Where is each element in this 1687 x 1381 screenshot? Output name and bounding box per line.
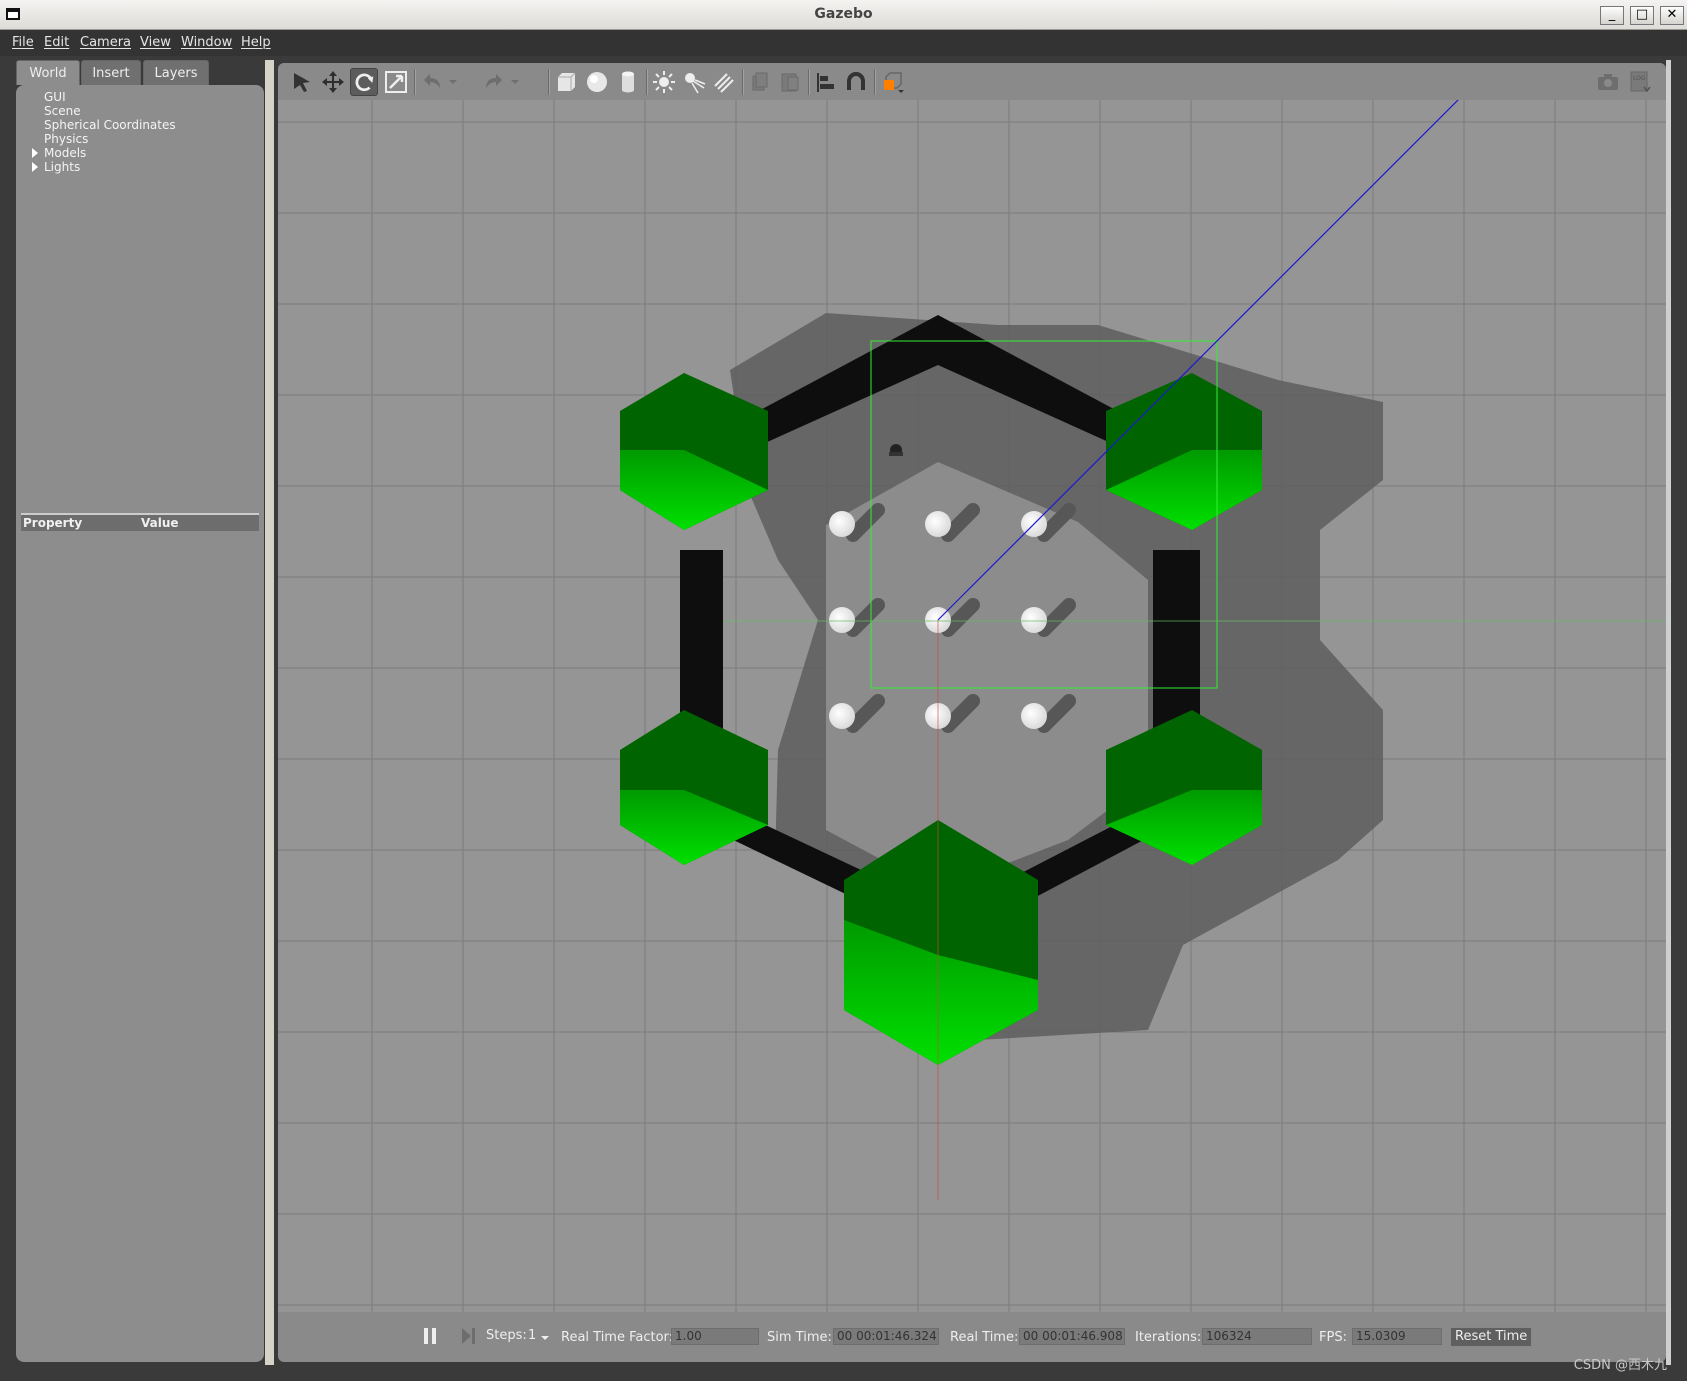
menubar: File Edit Camera View Window Help [0,30,1687,56]
tab-world[interactable]: World [16,60,80,85]
window-titlebar: Gazebo _ □ ✕ [0,0,1687,30]
cylinder-icon[interactable] [614,68,642,96]
minimize-button[interactable]: _ [1600,6,1624,25]
iterations-label: Iterations: [1135,1330,1202,1345]
ball[interactable] [1021,703,1047,729]
menu-edit[interactable]: Edit [44,30,69,56]
undo-icon[interactable] [418,68,446,96]
window-title: Gazebo [814,6,873,22]
menu-camera[interactable]: Camera [80,30,131,56]
tree-item-lights[interactable]: Lights [32,160,81,174]
real-time-label: Real Time: [950,1330,1019,1345]
scene-render[interactable] [278,100,1666,1312]
tree-item-physics[interactable]: Physics [44,132,88,146]
undo-dropdown-icon[interactable] [446,68,460,96]
toolbar-separator [646,69,648,95]
ball[interactable] [829,703,855,729]
expand-arrow-icon[interactable] [32,148,38,158]
main-toolbar: LOG [278,63,1666,100]
spot-light-icon[interactable] [680,68,708,96]
directional-light-icon[interactable] [710,68,738,96]
rotate-icon [355,73,374,92]
view-angle-icon[interactable] [878,68,906,96]
scene-viewport[interactable] [278,100,1666,1312]
iterations-field: 106324 [1202,1328,1312,1345]
toolbar-separator [414,69,416,95]
tree-item-lights-label: Lights [44,160,81,174]
sim-time-label: Sim Time: [767,1330,832,1345]
point-light-icon[interactable] [650,68,678,96]
watermark: CSDN @西木九 [1573,1358,1667,1373]
property-column-header: Property [23,516,83,530]
steps-value[interactable]: 1 [528,1328,536,1343]
steps-dropdown-icon[interactable] [540,1334,550,1342]
select-arrow-icon[interactable] [288,68,316,96]
ball[interactable] [829,607,855,633]
fps-field: 15.0309 [1352,1328,1442,1345]
real-time-field: 00 00:01:46.908 [1019,1328,1125,1345]
pause-icon[interactable] [422,1326,438,1346]
align-icon[interactable] [812,68,840,96]
ball[interactable] [1021,607,1047,633]
panel-splitter[interactable] [265,60,274,1365]
real-time-factor-label: Real Time Factor: [561,1330,674,1345]
expand-arrow-icon[interactable] [32,162,38,172]
redo-icon[interactable] [480,68,508,96]
snap-icon[interactable] [842,68,870,96]
tree-item-scene[interactable]: Scene [44,104,81,118]
toolbar-separator [548,69,550,95]
tree-item-gui[interactable]: GUI [44,90,66,104]
menu-view[interactable]: View [140,30,171,56]
step-icon[interactable] [460,1326,476,1346]
redo-dropdown-icon[interactable] [508,68,522,96]
ball[interactable] [829,511,855,537]
tree-item-spherical-coordinates[interactable]: Spherical Coordinates [44,118,176,132]
tab-insert[interactable]: Insert [81,60,141,85]
real-time-factor-field: 1.00 [671,1328,759,1345]
tree-item-models-label: Models [44,146,87,160]
log-icon[interactable]: LOG [1626,68,1654,96]
translate-icon[interactable] [319,68,347,96]
close-button[interactable]: ✕ [1660,6,1684,25]
toolbar-separator [742,69,744,95]
tree-item-models[interactable]: Models [32,146,87,160]
value-column-header: Value [141,516,179,530]
menu-window[interactable]: Window [181,30,232,56]
box-icon[interactable] [552,68,580,96]
steps-label: Steps: [486,1328,527,1343]
paste-icon[interactable] [776,68,804,96]
reset-time-button[interactable]: Reset Time [1450,1327,1533,1347]
sphere-icon[interactable] [583,68,611,96]
fps-label: FPS: [1319,1330,1347,1345]
ball[interactable] [925,511,951,537]
simulation-status-bar: Steps: 1 Real Time Factor: 1.00 Sim Time… [278,1312,1666,1362]
rotate-button[interactable] [350,68,378,96]
tab-layers[interactable]: Layers [143,60,209,85]
menu-file[interactable]: File [12,30,34,56]
copy-icon[interactable] [746,68,774,96]
viewport-scrollbar[interactable] [1666,60,1671,1365]
scale-icon[interactable] [382,68,410,96]
screenshot-icon[interactable] [1594,68,1622,96]
menu-help[interactable]: Help [241,30,271,56]
svg-text:LOG: LOG [1633,75,1646,82]
world-panel [16,85,264,1362]
property-table-header: Property Value [21,513,259,531]
toolbar-separator [808,69,810,95]
toolbar-separator [874,69,876,95]
maximize-button[interactable]: □ [1630,6,1654,25]
sim-time-field: 00 00:01:46.324 [833,1328,939,1345]
